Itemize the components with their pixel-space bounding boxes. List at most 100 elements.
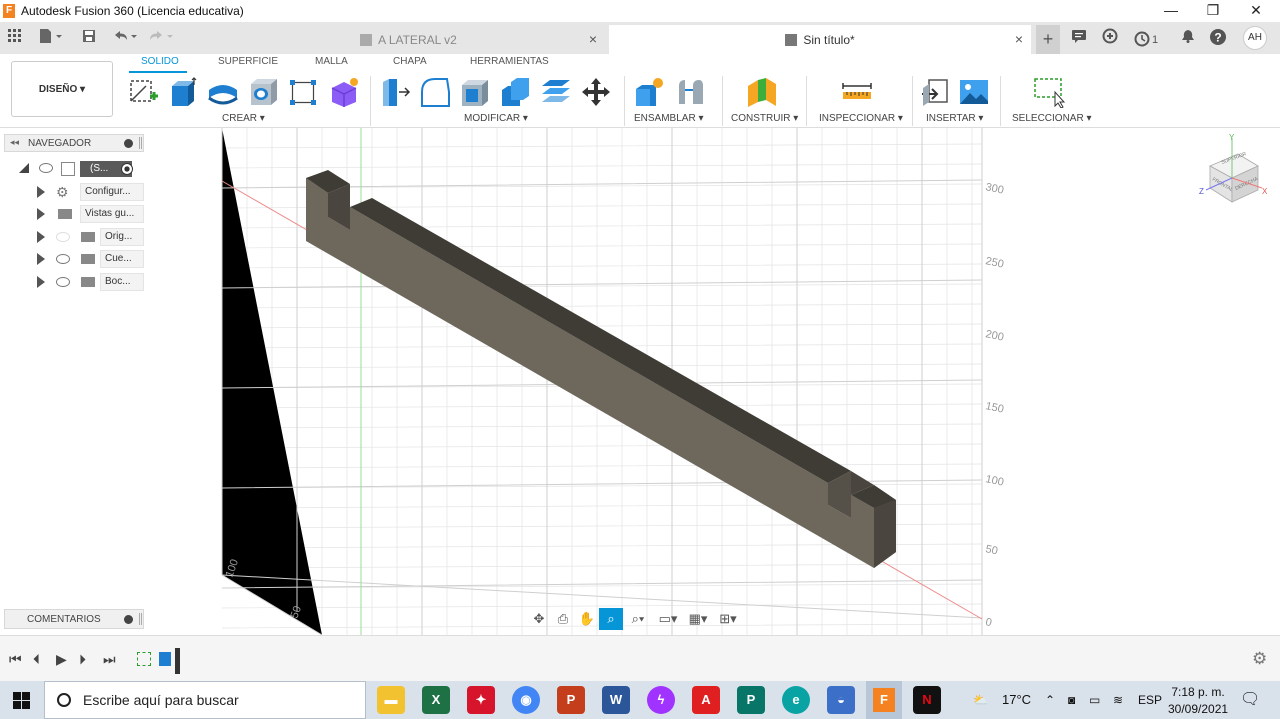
file-explorer-icon[interactable]: ▬: [377, 686, 405, 714]
group-inspeccionar[interactable]: INSPECCIONAR ▾: [819, 113, 903, 124]
tab-malla[interactable]: MALLA: [315, 56, 348, 67]
collapse-arrows-icon[interactable]: ◂◂: [10, 137, 19, 148]
app-icon[interactable]: ◒: [827, 686, 855, 714]
pan-hand-icon[interactable]: ✋: [575, 608, 599, 630]
publisher-icon[interactable]: P: [737, 686, 765, 714]
measure-icon[interactable]: [841, 76, 873, 108]
comments-panel-header[interactable]: COMENTARIOS: [4, 609, 144, 629]
insert-derive-icon[interactable]: [919, 76, 951, 108]
user-avatar[interactable]: AH: [1243, 26, 1267, 50]
save-icon[interactable]: [79, 28, 99, 48]
browser-item-configuracion[interactable]: ⚙ Configur...: [36, 183, 144, 201]
add-comment-icon[interactable]: [124, 615, 133, 624]
expand-caret-icon[interactable]: [37, 208, 45, 220]
group-ensamblar[interactable]: ENSAMBLAR ▾: [634, 113, 703, 124]
autodesk-app-icon[interactable]: ✦: [467, 686, 495, 714]
tab-superficie[interactable]: SUPERFICIE: [218, 56, 278, 67]
timeline-last-icon[interactable]: ⏭: [103, 651, 116, 668]
display-settings-icon[interactable]: ▭▾: [653, 608, 683, 630]
netflix-icon[interactable]: N: [913, 686, 941, 714]
weather-icon[interactable]: ⛅: [973, 681, 988, 719]
solid-body[interactable]: [306, 170, 896, 568]
windows-start-icon[interactable]: [13, 692, 30, 709]
action-center-icon[interactable]: 🗨: [1240, 681, 1260, 719]
grid-settings-icon[interactable]: ▦▾: [683, 608, 713, 630]
group-crear[interactable]: CREAR ▾: [222, 113, 265, 124]
shell-icon[interactable]: [459, 76, 491, 108]
taskbar-search-box[interactable]: Escribe aquí para buscar: [44, 681, 366, 719]
tab-sin-titulo[interactable]: Sin título* ×: [609, 25, 1031, 54]
revolve-icon[interactable]: [207, 76, 239, 108]
3d-viewport[interactable]: 300 250 200 150 100 50 0 100 50 SUPERIOR…: [0, 128, 1280, 635]
fit-zoom-icon[interactable]: ⌕▾: [623, 608, 653, 630]
browser-item-cuerpos[interactable]: Cue...: [36, 250, 144, 268]
hole-icon[interactable]: [248, 76, 280, 108]
visibility-eye-icon[interactable]: [56, 277, 70, 287]
new-tab-plus-icon[interactable]: +: [1036, 25, 1060, 54]
wifi-icon[interactable]: ≋: [1113, 681, 1123, 719]
language-indicator[interactable]: ESP: [1138, 681, 1162, 719]
select-window-icon[interactable]: [1033, 76, 1066, 109]
move-copy-icon[interactable]: [580, 76, 612, 108]
press-pull-icon[interactable]: [379, 76, 411, 108]
browser-item-origen[interactable]: Orig...: [36, 228, 144, 246]
minimize-button[interactable]: —: [1150, 0, 1192, 22]
fillet-icon[interactable]: [419, 76, 451, 108]
close-window-button[interactable]: ✕: [1235, 0, 1277, 22]
viewports-icon[interactable]: ⊞▾: [713, 608, 743, 630]
fusion-taskbar-icon[interactable]: F: [866, 681, 902, 719]
zoom-tray-icon[interactable]: ◙: [1068, 681, 1075, 719]
edge-app-icon[interactable]: e: [782, 686, 810, 714]
workspace-switcher[interactable]: DISEÑO ▾: [11, 61, 113, 117]
new-component-icon[interactable]: [633, 76, 665, 108]
extrude-icon[interactable]: [166, 76, 198, 108]
group-construir[interactable]: CONSTRUIR ▾: [731, 113, 798, 124]
activate-radio-icon[interactable]: [121, 163, 133, 175]
offset-plane-icon[interactable]: [746, 76, 778, 108]
body-end-face[interactable]: [874, 500, 896, 568]
job-status-icon[interactable]: 1: [1131, 28, 1161, 48]
undo-icon[interactable]: [110, 28, 140, 48]
offset-face-icon[interactable]: [540, 76, 572, 108]
timeline-play-icon[interactable]: ▶: [56, 651, 67, 668]
tab-close-icon[interactable]: ×: [589, 31, 597, 47]
collapse-triangle-icon[interactable]: [19, 163, 29, 173]
timeline-next-icon[interactable]: ⏵: [79, 651, 86, 668]
group-insertar[interactable]: INSERTAR ▾: [926, 113, 983, 124]
bell-icon[interactable]: [1178, 28, 1198, 48]
visibility-eye-icon[interactable]: [56, 254, 70, 264]
browser-panel-header[interactable]: ◂◂ NAVEGADOR: [4, 134, 144, 152]
timeline-sketch-feature-icon[interactable]: [137, 652, 151, 666]
panel-grip-icon[interactable]: [139, 137, 142, 149]
create-sketch-icon[interactable]: [128, 76, 160, 108]
restore-button[interactable]: ❐: [1192, 0, 1234, 22]
zoom-icon[interactable]: ⌕: [599, 608, 623, 630]
look-at-icon[interactable]: ⎙: [551, 608, 575, 630]
battery-icon[interactable]: ▭: [1089, 681, 1100, 719]
rectangular-pattern-icon[interactable]: [287, 76, 319, 108]
expand-caret-icon[interactable]: [37, 276, 45, 288]
excel-icon[interactable]: X: [422, 686, 450, 714]
body-top-face[interactable]: [350, 198, 851, 483]
browser-root-row[interactable]: (S...: [18, 160, 144, 178]
tab-herramientas[interactable]: HERRAMIENTAS: [470, 56, 549, 67]
timeline-first-icon[interactable]: ⏮: [9, 651, 22, 668]
combine-icon[interactable]: [499, 76, 531, 108]
powerpoint-icon[interactable]: P: [557, 686, 585, 714]
body-side-face[interactable]: [306, 178, 896, 568]
notifications-comment-icon[interactable]: [1069, 28, 1089, 48]
expand-caret-icon[interactable]: [37, 186, 45, 198]
temperature[interactable]: 17°C: [1002, 681, 1031, 719]
clock-time[interactable]: 7:18 p. m.: [1170, 684, 1226, 700]
visibility-eye-hidden-icon[interactable]: [56, 232, 70, 242]
joint-icon[interactable]: [675, 76, 707, 108]
visibility-eye-icon[interactable]: [39, 163, 53, 173]
extensions-icon[interactable]: [1100, 28, 1120, 48]
insert-image-icon[interactable]: [958, 76, 990, 108]
redo-icon[interactable]: [146, 28, 176, 48]
timeline-settings-gear-icon[interactable]: ⚙: [1252, 649, 1267, 669]
messenger-icon[interactable]: ϟ: [647, 686, 675, 714]
orbit-icon[interactable]: ✥: [527, 608, 551, 630]
timeline-marker[interactable]: [175, 648, 180, 674]
create-form-icon[interactable]: [328, 76, 360, 108]
